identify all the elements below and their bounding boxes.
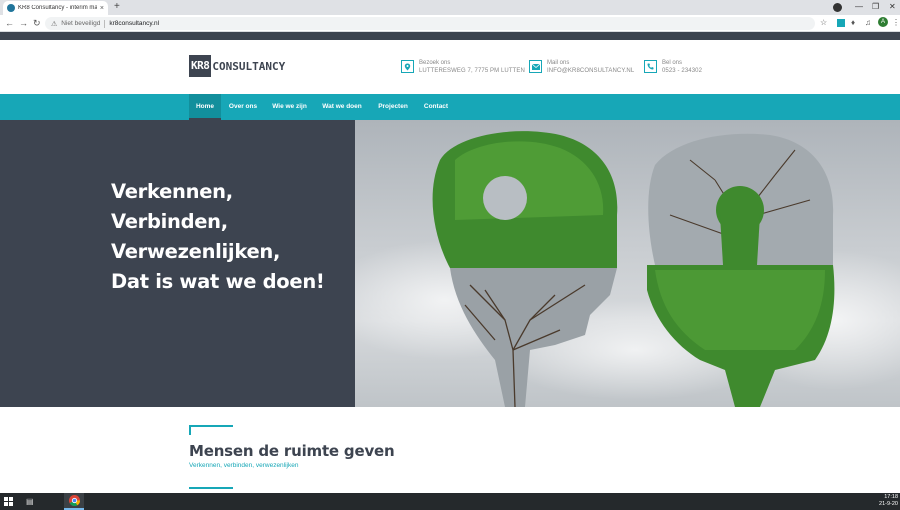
section-accent-line: [189, 425, 233, 427]
maximize-button[interactable]: ❐: [872, 2, 879, 12]
reload-icon[interactable]: ↻: [33, 17, 41, 29]
nav-wat-we-doen[interactable]: Wat we doen: [318, 94, 366, 120]
mail-icon: [529, 60, 542, 73]
contact-address: LUTTERESWEG 7, 7775 PM LUTTEN: [419, 68, 525, 74]
hero-line: Dat is wat we doen!: [111, 270, 325, 293]
tab-title: KR8 Consultancy - interim mana: [18, 5, 97, 11]
chrome-taskbar-button[interactable]: [64, 493, 84, 510]
nav-projecten[interactable]: Projecten: [374, 94, 412, 120]
clock-time: 17:18: [884, 494, 898, 500]
extension-icon[interactable]: [837, 19, 845, 27]
browser-tab-bar: KR8 Consultancy - interim mana × + — ❐ ✕: [0, 0, 900, 15]
intro-section: Mensen de ruimte geven Verkennen, verbin…: [0, 407, 900, 493]
nav-over-ons[interactable]: Over ons: [225, 94, 261, 120]
new-tab-button[interactable]: +: [114, 1, 120, 13]
close-window-button[interactable]: ✕: [889, 2, 896, 12]
bookmark-star-icon[interactable]: ☆: [820, 18, 827, 28]
clock-date: 21-9-20: [879, 501, 898, 507]
contact-email[interactable]: INFO@KR8CONSULTANCY.NL: [547, 67, 634, 75]
browser-tab[interactable]: KR8 Consultancy - interim mana ×: [3, 1, 108, 15]
puzzle-extensions-icon[interactable]: ♦: [851, 18, 855, 28]
hero-line: Verkennen,: [111, 180, 233, 203]
section-subtitle: Verkennen, verbinden, verwezenlijken: [189, 462, 299, 469]
contact-phone-number[interactable]: 0523 - 234302: [662, 67, 702, 75]
security-label[interactable]: Niet beveiligd: [61, 20, 100, 27]
contact-visit: Bezoek ons LUTTERESWEG 7, 7775 PM LUTTEN: [401, 60, 525, 75]
windows-taskbar: ▤ 17:18 21-9-20: [0, 493, 900, 510]
nav-wie-we-zijn[interactable]: Wie we zijn: [268, 94, 311, 120]
logo-kr8: KR8: [189, 55, 212, 77]
section-accent-line: [189, 425, 191, 435]
site-header: KR8 CONSULTANCY Bezoek ons LUTTERESWEG 7…: [0, 40, 900, 94]
phone-icon: [644, 60, 657, 73]
chrome-icon: [68, 495, 80, 506]
contact-label: Mail ons: [547, 60, 570, 66]
main-navigation: Home Over ons Wie we zijn Wat we doen Pr…: [0, 94, 900, 120]
hero-line: Verbinden,: [111, 210, 228, 233]
address-bar[interactable]: ⚠ Niet beveiligd kr8consultancy.nl: [45, 17, 815, 30]
profile-avatar[interactable]: A: [878, 17, 888, 27]
logo-consultancy: CONSULTANCY: [212, 59, 286, 73]
top-strip: [0, 32, 900, 40]
browser-toolbar: ← → ↻ ⚠ Niet beveiligd kr8consultancy.nl…: [0, 15, 900, 32]
taskbar-clock[interactable]: 17:18 21-9-20: [879, 494, 898, 508]
map-pin-icon: [401, 60, 414, 73]
section-accent-line: [189, 487, 233, 489]
task-view-icon[interactable]: ▤: [26, 497, 34, 506]
contact-phone: Bel ons 0523 - 234302: [644, 60, 702, 75]
contact-label: Bezoek ons: [419, 60, 451, 66]
wordpress-favicon-icon: [7, 4, 15, 12]
tab-close-icon[interactable]: ×: [100, 5, 104, 12]
nav-contact[interactable]: Contact: [419, 94, 453, 120]
section-title: Mensen de ruimte geven: [189, 442, 395, 460]
back-arrow-icon[interactable]: ←: [5, 17, 14, 29]
menu-dots-icon[interactable]: ⋮: [892, 18, 900, 28]
media-indicator-icon[interactable]: [833, 3, 842, 12]
minimize-button[interactable]: —: [855, 2, 863, 12]
contact-label: Bel ons: [662, 60, 683, 66]
contact-mail: Mail ons INFO@KR8CONSULTANCY.NL: [529, 60, 634, 75]
nav-home[interactable]: Home: [189, 94, 221, 120]
forward-arrow-icon[interactable]: →: [19, 17, 28, 29]
warning-icon[interactable]: ⚠: [51, 20, 57, 28]
tree-heads-illustration: [355, 131, 900, 407]
divider: [104, 19, 106, 28]
hero-image: [355, 120, 900, 407]
hero-heading: Verkennen, Verbinden, Verwezenlijken, Da…: [111, 177, 325, 297]
url-text[interactable]: kr8consultancy.nl: [109, 20, 159, 27]
windows-start-icon[interactable]: [4, 497, 13, 506]
site-logo[interactable]: KR8 CONSULTANCY: [189, 55, 285, 77]
media-control-icon[interactable]: ♫: [865, 18, 871, 28]
hero-line: Verwezenlijken,: [111, 240, 281, 263]
